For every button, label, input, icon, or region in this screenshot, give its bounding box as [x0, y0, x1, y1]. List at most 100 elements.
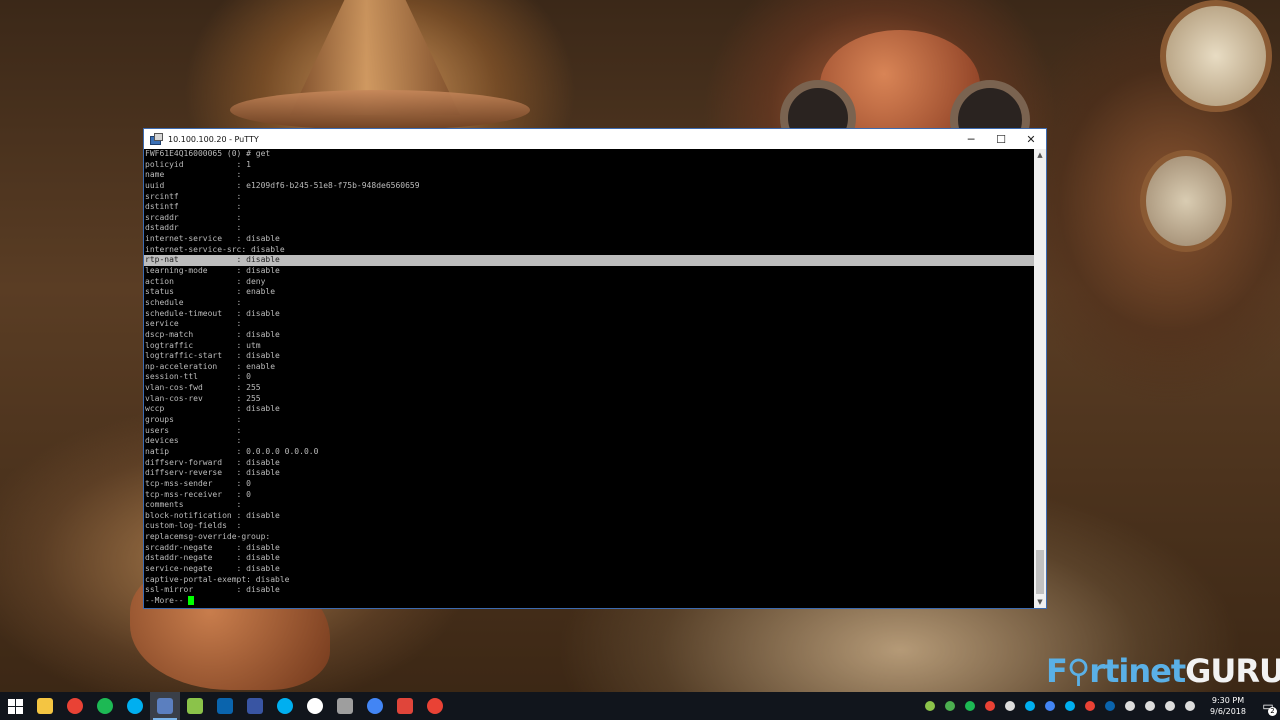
outlook-icon[interactable] [210, 692, 240, 720]
terminal-line: tcp-mss-receiver : 0 [145, 489, 251, 499]
scroll-down-arrow-icon[interactable]: ▼ [1034, 596, 1046, 608]
logo-part-guru: GURU [1185, 652, 1280, 690]
terminal-line: srcintf : [145, 191, 242, 201]
terminal-app-icon-glyph [337, 698, 353, 714]
tray-icons [920, 692, 1200, 720]
chrome-profile-icon[interactable] [360, 692, 390, 720]
putty-window[interactable]: 10.100.100.20 - PuTTY ─ ☐ ✕ FWF61E4Q1600… [143, 128, 1047, 609]
terminal-app-icon[interactable] [330, 692, 360, 720]
logo-part-fortinet: F⚲rtinet [1046, 652, 1186, 690]
notepad-plus-icon[interactable] [180, 692, 210, 720]
tray-app-icon[interactable] [1060, 692, 1080, 720]
tray-app-icon[interactable] [1080, 692, 1100, 720]
tray-app-icon[interactable] [1020, 692, 1040, 720]
tray-app-icon[interactable] [1140, 692, 1160, 720]
scroll-up-arrow-icon[interactable]: ▲ [1034, 149, 1046, 161]
start-button[interactable] [0, 692, 30, 720]
chrome-icon-glyph [67, 698, 83, 714]
terminal-scrollbar[interactable]: ▲ ▼ [1034, 149, 1046, 608]
chrome-alt-icon[interactable] [420, 692, 450, 720]
terminal-line: rtp-nat : disable [144, 255, 1034, 267]
terminal-line: diffserv-reverse : disable [145, 468, 280, 478]
brave-icon[interactable] [390, 692, 420, 720]
terminal-line: action : deny [145, 276, 266, 286]
visio-icon-glyph [247, 698, 263, 714]
terminal-line: captive-portal-exempt: disable [145, 574, 290, 584]
terminal-line: srcaddr : [145, 212, 242, 222]
tray-app-icon[interactable] [1120, 692, 1140, 720]
window-title: 10.100.100.20 - PuTTY [168, 134, 259, 144]
putty-app-icon[interactable] [150, 133, 163, 145]
skype-icon[interactable] [120, 692, 150, 720]
visio-icon[interactable] [240, 692, 270, 720]
chrome-icon[interactable] [60, 692, 90, 720]
terminal-line: wccp : disable [145, 404, 280, 414]
terminal-line: dscp-match : disable [145, 329, 280, 339]
terminal-line: session-ttl : 0 [145, 372, 251, 382]
terminal-line: schedule-timeout : disable [145, 308, 280, 318]
minimize-button[interactable]: ─ [956, 129, 986, 149]
taskbar-clock[interactable]: 9:30 PM 9/6/2018 [1204, 695, 1252, 717]
more-prompt-line[interactable]: --More-- [144, 595, 1034, 607]
clock-time: 9:30 PM [1211, 696, 1245, 705]
tray-app-icon[interactable] [940, 692, 960, 720]
slack-icon-glyph [307, 698, 323, 714]
taskbar-apps [0, 692, 450, 720]
clock-date: 9/6/2018 [1210, 707, 1246, 716]
terminal-line: vlan-cos-rev : 255 [145, 393, 261, 403]
scrollbar-thumb[interactable] [1036, 550, 1044, 594]
terminal-line: logtraffic : utm [145, 340, 261, 350]
terminal-line: dstintf : [145, 202, 242, 212]
spotify-icon[interactable] [90, 692, 120, 720]
slack-icon[interactable] [300, 692, 330, 720]
fortinet-guru-logo: F⚲rtinetGURU [1046, 652, 1280, 690]
taskbar: 9:30 PM 9/6/2018 ▭ 2 [0, 692, 1280, 720]
terminal-line: dstaddr-negate : disable [145, 553, 280, 563]
terminal-line: internet-service-src: disable [145, 244, 285, 254]
notification-count: 2 [1268, 707, 1277, 716]
tray-app-icon[interactable] [920, 692, 940, 720]
wallpaper-hat-brim [230, 90, 530, 130]
chrome-profile-icon-glyph [367, 698, 383, 714]
more-prompt: --More-- [145, 595, 184, 605]
tray-app-icon[interactable] [1040, 692, 1060, 720]
terminal-line: vlan-cos-fwd : 255 [145, 383, 261, 393]
tray-app-icon[interactable] [960, 692, 980, 720]
terminal-line: status : enable [145, 287, 276, 297]
tray-app-icon[interactable] [1000, 692, 1020, 720]
terminal-line: custom-log-fields : [145, 521, 242, 531]
terminal-line: FWF61E4Q16000065 (0) # get [145, 149, 271, 158]
tray-app-icon[interactable] [1160, 692, 1180, 720]
terminal-line: learning-mode : disable [145, 266, 280, 276]
terminal-line: policyid : 1 [145, 159, 251, 169]
notepad-plus-icon-glyph [187, 698, 203, 714]
brave-icon-glyph [397, 698, 413, 714]
skype-icon-glyph [127, 698, 143, 714]
window-titlebar[interactable]: 10.100.100.20 - PuTTY ─ ☐ ✕ [144, 129, 1046, 149]
chrome-alt-icon-glyph [427, 698, 443, 714]
outlook-icon-glyph [217, 698, 233, 714]
terminal-line: logtraffic-start : disable [145, 351, 280, 361]
tray-app-icon[interactable] [1180, 692, 1200, 720]
terminal-cursor [187, 595, 194, 605]
close-button[interactable]: ✕ [1016, 129, 1046, 149]
terminal-line: service-negate : disable [145, 563, 280, 573]
terminal-line: name : [145, 170, 242, 180]
file-explorer-icon[interactable] [30, 692, 60, 720]
action-center-icon[interactable]: ▭ 2 [1256, 692, 1280, 720]
terminal-line: schedule : [145, 297, 242, 307]
skype-business-icon[interactable] [270, 692, 300, 720]
system-tray: 9:30 PM 9/6/2018 ▭ 2 [920, 692, 1280, 720]
terminal-line: replacemsg-override-group: [145, 532, 271, 542]
tray-app-icon[interactable] [980, 692, 1000, 720]
putty-icon[interactable] [150, 692, 180, 720]
maximize-button[interactable]: ☐ [986, 129, 1016, 149]
tray-app-icon[interactable] [1100, 692, 1120, 720]
terminal-line: srcaddr-negate : disable [145, 542, 280, 552]
terminal-line: ssl-mirror : disable [145, 585, 280, 595]
putty-icon-glyph [157, 698, 173, 714]
terminal-line: users : [145, 425, 242, 435]
terminal-output[interactable]: FWF61E4Q16000065 (0) # get policyid : 1 na… [144, 149, 1034, 608]
spotify-icon-glyph [97, 698, 113, 714]
file-explorer-icon-glyph [37, 698, 53, 714]
